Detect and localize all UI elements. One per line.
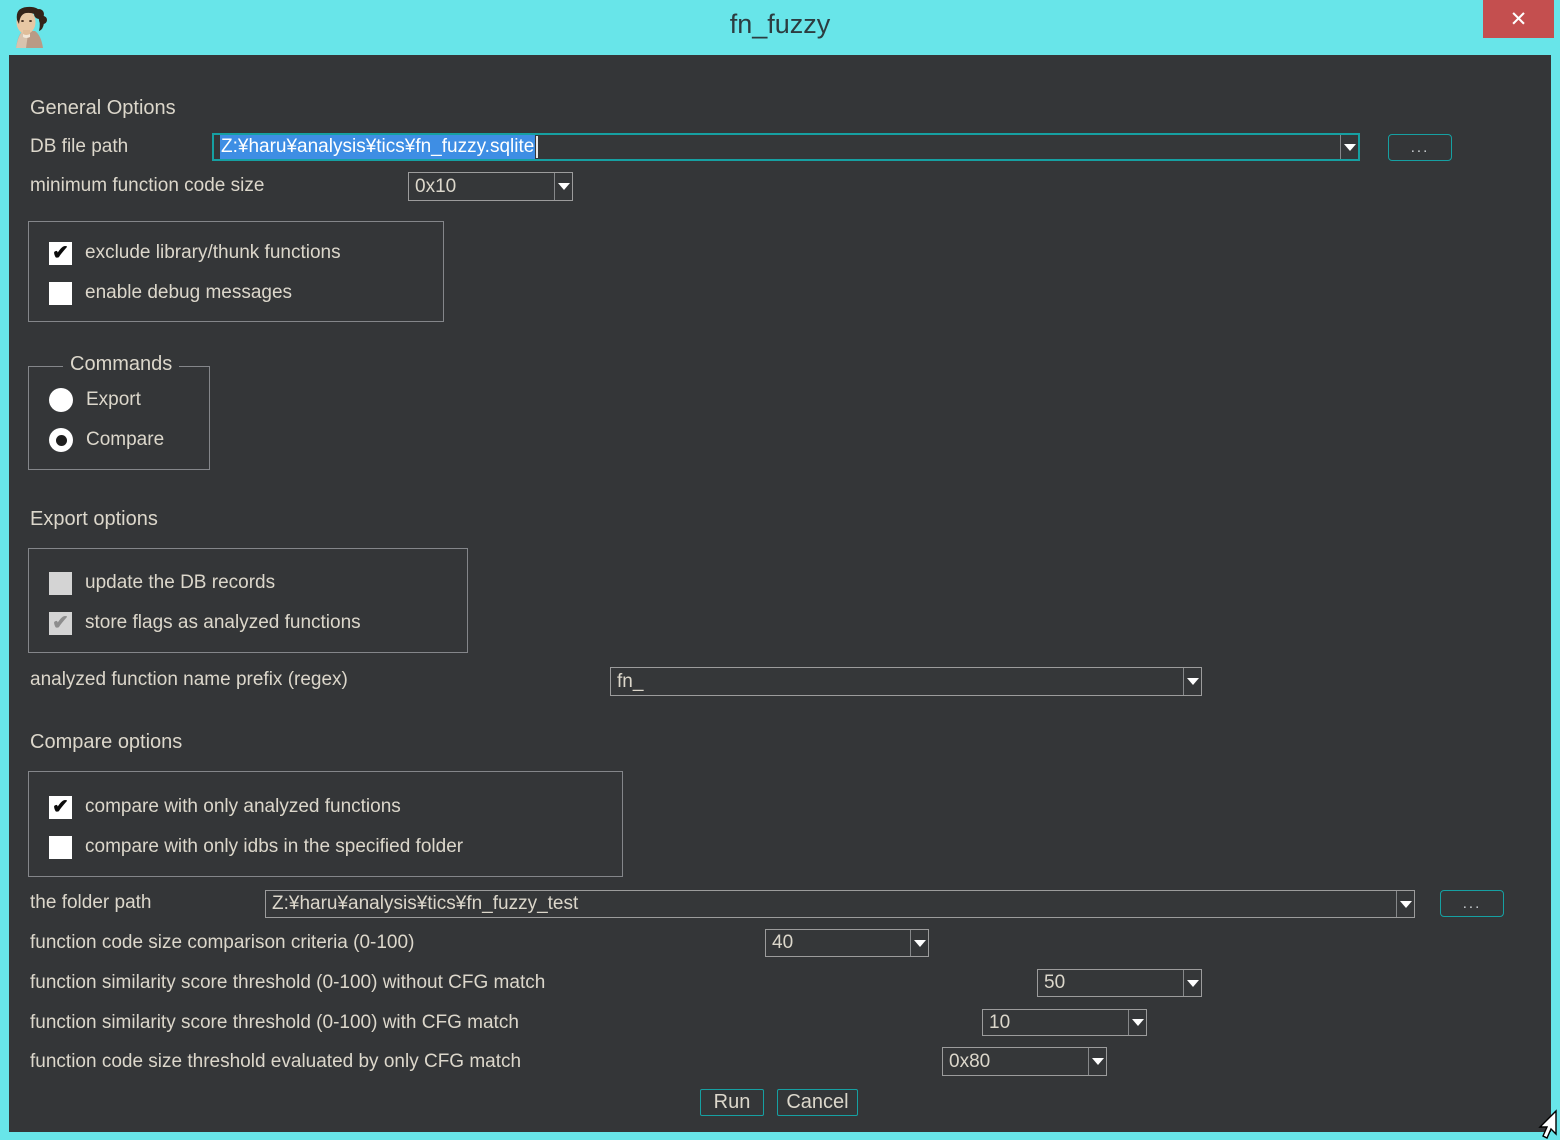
db-file-path-value: Z:¥haru¥analysis¥tics¥fn_fuzzy.sqlite	[214, 135, 1340, 159]
code-size-criteria-combobox[interactable]: 40	[765, 929, 929, 957]
dialog-body: General Options DB file path Z:¥haru¥ana…	[9, 55, 1551, 1132]
similarity-without-cfg-combobox[interactable]: 50	[1037, 969, 1202, 997]
radio-compare[interactable]	[49, 428, 73, 452]
commands-group: Commands Export Compare	[28, 366, 210, 470]
code-size-criteria-label: function code size comparison criteria (…	[30, 932, 414, 954]
export-options-heading: Export options	[30, 508, 158, 531]
code-size-criteria-value: 40	[766, 930, 910, 956]
dropdown-arrow-icon[interactable]	[1128, 1010, 1146, 1035]
similarity-without-cfg-value: 50	[1038, 970, 1183, 996]
dropdown-arrow-icon[interactable]	[1340, 135, 1358, 159]
radio-row-export[interactable]: Export	[49, 387, 141, 413]
prefix-value: fn_	[611, 668, 1183, 695]
commands-legend: Commands	[63, 353, 179, 376]
dropdown-arrow-icon[interactable]	[554, 173, 572, 200]
checkbox-row-debug-messages[interactable]: enable debug messages	[49, 280, 292, 306]
cfg-only-threshold-label: function code size threshold evaluated b…	[30, 1051, 521, 1073]
checkbox-row-only-idbs-folder[interactable]: compare with only idbs in the specified …	[49, 834, 463, 860]
checkbox-row-exclude-library[interactable]: exclude library/thunk functions	[49, 240, 341, 266]
prefix-label: analyzed function name prefix (regex)	[30, 669, 348, 691]
radio-row-compare[interactable]: Compare	[49, 427, 164, 453]
db-path-browse-button[interactable]: ...	[1388, 134, 1452, 161]
general-options-heading: General Options	[30, 97, 176, 120]
cfg-only-threshold-combobox[interactable]: 0x80	[942, 1047, 1107, 1076]
text-caret	[536, 136, 538, 158]
titlebar[interactable]: fn_fuzzy ✕	[0, 0, 1560, 55]
export-options-group: update the DB records store flags as ana…	[28, 548, 468, 653]
cancel-button[interactable]: Cancel	[777, 1089, 858, 1116]
folder-browse-button[interactable]: ...	[1440, 890, 1504, 917]
close-button[interactable]: ✕	[1483, 0, 1554, 38]
dropdown-arrow-icon[interactable]	[1396, 891, 1414, 917]
min-code-size-value: 0x10	[409, 173, 554, 200]
compare-options-group: compare with only analyzed functions com…	[28, 771, 623, 877]
general-checkbox-group: exclude library/thunk functions enable d…	[28, 221, 444, 322]
checkbox-row-store-flags: store flags as analyzed functions	[49, 610, 361, 636]
checkbox-label: exclude library/thunk functions	[85, 242, 341, 264]
min-code-size-combobox[interactable]: 0x10	[408, 172, 573, 201]
similarity-with-cfg-combobox[interactable]: 10	[982, 1009, 1147, 1036]
mouse-cursor	[1530, 1109, 1560, 1140]
dropdown-arrow-icon[interactable]	[910, 930, 928, 956]
checkbox-only-analyzed[interactable]	[49, 796, 72, 819]
db-file-path-combobox[interactable]: Z:¥haru¥analysis¥tics¥fn_fuzzy.sqlite	[212, 133, 1360, 161]
db-file-path-label: DB file path	[30, 136, 128, 158]
similarity-without-cfg-label: function similarity score threshold (0-1…	[30, 972, 545, 994]
min-code-size-label: minimum function code size	[30, 175, 264, 197]
checkbox-store-flags	[49, 612, 72, 635]
folder-path-value: Z:¥haru¥analysis¥tics¥fn_fuzzy_test	[266, 891, 1396, 917]
similarity-with-cfg-value: 10	[983, 1010, 1128, 1035]
checkbox-label: enable debug messages	[85, 282, 292, 304]
checkbox-label: store flags as analyzed functions	[85, 612, 361, 634]
prefix-combobox[interactable]: fn_	[610, 667, 1202, 696]
window-title: fn_fuzzy	[0, 9, 1560, 40]
checkbox-row-only-analyzed[interactable]: compare with only analyzed functions	[49, 794, 401, 820]
radio-label: Export	[86, 389, 141, 411]
folder-path-combobox[interactable]: Z:¥haru¥analysis¥tics¥fn_fuzzy_test	[265, 890, 1415, 918]
close-icon: ✕	[1510, 7, 1528, 32]
radio-export[interactable]	[49, 388, 73, 412]
checkbox-label: compare with only analyzed functions	[85, 796, 401, 818]
checkbox-update-db	[49, 572, 72, 595]
checkbox-only-idbs-folder[interactable]	[49, 836, 72, 859]
run-button[interactable]: Run	[700, 1089, 764, 1116]
fn-fuzzy-dialog: fn_fuzzy ✕ General Options DB file path …	[0, 0, 1560, 1140]
similarity-with-cfg-label: function similarity score threshold (0-1…	[30, 1012, 519, 1034]
folder-path-label: the folder path	[30, 892, 151, 914]
checkbox-label: update the DB records	[85, 572, 275, 594]
checkbox-label: compare with only idbs in the specified …	[85, 836, 463, 858]
dropdown-arrow-icon[interactable]	[1183, 970, 1201, 996]
compare-options-heading: Compare options	[30, 731, 182, 754]
radio-label: Compare	[86, 429, 164, 451]
checkbox-debug-messages[interactable]	[49, 282, 72, 305]
cfg-only-threshold-value: 0x80	[943, 1048, 1088, 1075]
dropdown-arrow-icon[interactable]	[1088, 1048, 1106, 1075]
checkbox-exclude-library[interactable]	[49, 242, 72, 265]
dropdown-arrow-icon[interactable]	[1183, 668, 1201, 695]
checkbox-row-update-db: update the DB records	[49, 570, 275, 596]
